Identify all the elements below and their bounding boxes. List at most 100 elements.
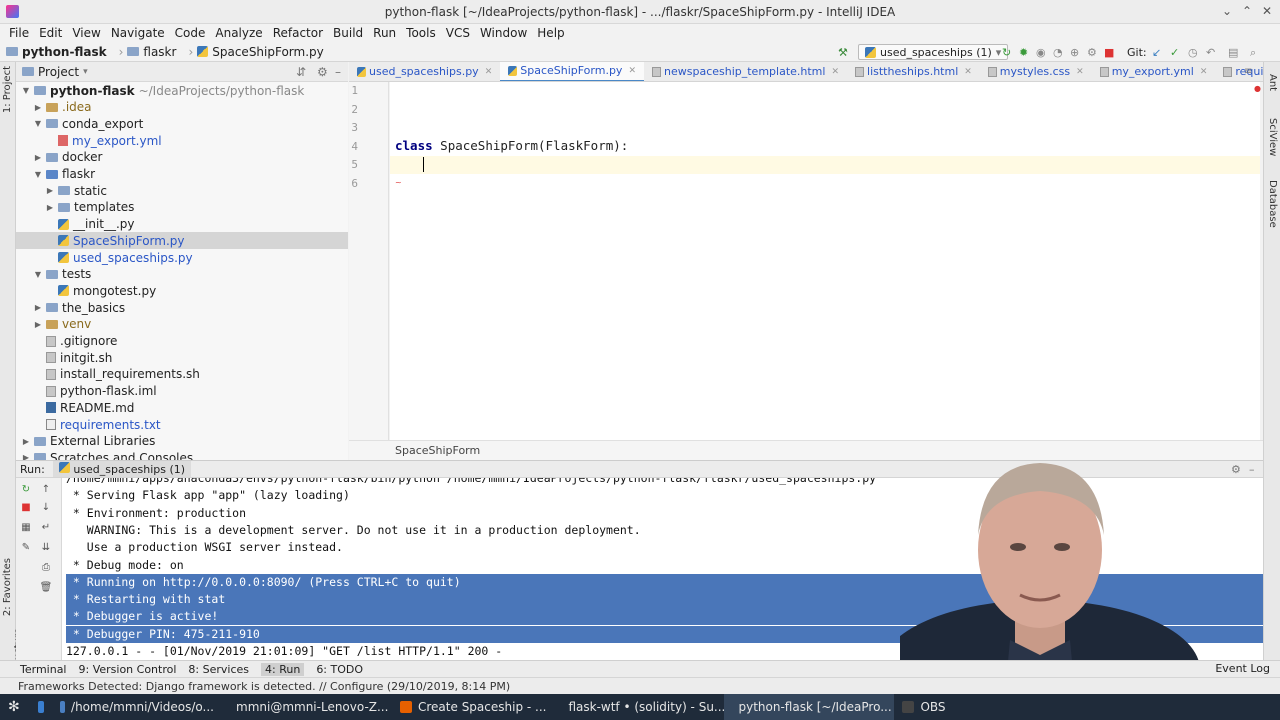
git-update-icon[interactable]: ↙ (1152, 46, 1161, 59)
menu-run[interactable]: Run (368, 26, 401, 40)
project-panel-title[interactable]: Project (38, 65, 79, 79)
tab-list-icon[interactable]: ≡ (1244, 66, 1252, 77)
close-tab-icon[interactable]: ✕ (831, 67, 839, 77)
pin-icon[interactable]: ✎ (18, 542, 34, 553)
ant-tool-button[interactable]: Ant (1267, 74, 1278, 91)
git-rollback-icon[interactable]: ↶ (1206, 46, 1215, 59)
concurrency-icon[interactable]: ⊕ (1070, 46, 1079, 59)
bottom-tool-tab[interactable]: Terminal (20, 663, 67, 676)
taskbar-window-button[interactable]: OBS (894, 694, 953, 720)
coverage-icon[interactable]: ◉ (1036, 46, 1046, 59)
tree-item[interactable]: ▶ the_basics (34, 299, 125, 316)
profile-icon[interactable]: ◔ (1053, 46, 1063, 59)
tree-item[interactable]: ▼ python-flask ~/IdeaProjects/python-flask (22, 82, 304, 99)
taskbar-window-button[interactable]: python-flask [~/IdeaPro... (724, 694, 895, 720)
tree-item[interactable]: my_export.yml (46, 132, 162, 149)
collapse-arrow-icon[interactable]: ▶ (46, 186, 54, 195)
tree-item[interactable]: ▶ docker (34, 149, 102, 166)
menu-analyze[interactable]: Analyze (210, 26, 267, 40)
menu-tools[interactable]: Tools (401, 26, 441, 40)
tree-item[interactable]: ▼ conda_export (34, 115, 143, 132)
run-tab[interactable]: used_spaceships (1) (52, 461, 192, 477)
bottom-tool-tab[interactable]: 8: Services (188, 663, 249, 676)
menu-build[interactable]: Build (328, 26, 368, 40)
soft-wrap-icon[interactable]: ↵ (38, 522, 54, 533)
nav-crumb-project[interactable]: python-flask (0, 45, 113, 59)
tree-item[interactable]: ▶ Scratches and Consoles (22, 449, 193, 460)
code-editor[interactable]: class SpaceShipForm(FlaskForm): ~ ● (390, 82, 1261, 440)
collapse-arrow-icon[interactable]: ▶ (34, 303, 42, 312)
breadcrumb-class[interactable]: SpaceShipForm (395, 444, 480, 457)
run-configuration-select[interactable]: used_spaceships (1) ▾ (858, 44, 1009, 60)
bottom-tool-tab[interactable]: 4: Run (261, 662, 305, 676)
tree-item[interactable]: SpaceShipForm.py (16, 232, 348, 250)
collapse-arrow-icon[interactable]: ▶ (34, 320, 42, 329)
database-tool-button[interactable]: Database (1267, 180, 1278, 228)
scroll-up-icon[interactable]: ↑ (38, 484, 54, 495)
bottom-tool-tab[interactable]: 9: Version Control (79, 663, 177, 676)
menu-help[interactable]: Help (532, 26, 569, 40)
tree-item[interactable]: README.md (34, 399, 134, 416)
tree-item[interactable]: ▼ tests (34, 266, 91, 283)
close-tab-icon[interactable]: ✕ (1200, 67, 1208, 77)
close-tab-icon[interactable]: ✕ (1076, 67, 1084, 77)
git-history-icon[interactable]: ◷ (1188, 46, 1198, 59)
expand-arrow-icon[interactable]: ▼ (34, 270, 42, 279)
chevron-down-icon[interactable]: ▾ (83, 67, 88, 77)
git-commit-icon[interactable]: ✓ (1170, 46, 1179, 59)
show-desktop-button[interactable] (30, 694, 52, 720)
stop-icon[interactable]: ■ (18, 502, 34, 513)
tree-item[interactable]: ▼ flaskr (34, 166, 95, 183)
error-indicator-icon[interactable]: ● (1254, 84, 1261, 93)
restore-layout-icon[interactable]: ▦ (18, 522, 34, 533)
tree-item[interactable]: ▶ External Libraries (22, 433, 156, 450)
menu-vcs[interactable]: VCS (441, 26, 475, 40)
bottom-tool-tab[interactable]: 6: TODO (316, 663, 363, 676)
maximize-button[interactable]: ⌃ (1242, 4, 1252, 18)
nav-crumb-file[interactable]: › SpaceShipForm.py (182, 45, 329, 59)
hammer-icon[interactable]: ⚒ (838, 46, 848, 59)
close-tab-icon[interactable]: ✕ (485, 67, 493, 77)
collapse-all-icon[interactable]: ⇵ (296, 65, 306, 79)
expand-arrow-icon[interactable]: ▼ (34, 170, 42, 179)
scroll-down-icon[interactable]: ↓ (38, 502, 54, 513)
event-log-button[interactable]: Event Log (1215, 662, 1270, 675)
stop-icon[interactable]: ■ (1104, 46, 1114, 59)
taskbar-window-button[interactable]: mmni@mmni-Lenovo-Z... (222, 694, 392, 720)
start-menu-button[interactable]: ✻ (0, 694, 30, 720)
collapse-arrow-icon[interactable]: ▶ (34, 103, 42, 112)
collapse-arrow-icon[interactable]: ▶ (22, 453, 30, 460)
favorites-tool-button[interactable]: 2: Favorites (2, 558, 13, 616)
hide-panel-icon[interactable]: – (335, 65, 341, 79)
rerun-icon[interactable]: ↻ (18, 484, 34, 495)
expand-arrow-icon[interactable]: ▼ (22, 86, 30, 95)
menu-window[interactable]: Window (475, 26, 532, 40)
tree-item[interactable]: ▶ .idea (34, 99, 92, 116)
tree-item[interactable]: python-flask.iml (34, 383, 157, 400)
minimize-button[interactable]: ⌄ (1222, 4, 1232, 18)
project-structure-icon[interactable]: ▤ (1228, 46, 1238, 59)
menu-file[interactable]: File (4, 26, 34, 40)
close-tab-icon[interactable]: ✕ (964, 67, 972, 77)
editor-tab[interactable]: listtheships.html ✕ (847, 62, 980, 81)
menu-code[interactable]: Code (170, 26, 211, 40)
taskbar-window-button[interactable]: Create Spaceship - ... (392, 694, 554, 720)
menu-refactor[interactable]: Refactor (268, 26, 328, 40)
nav-crumb-flaskr[interactable]: › flaskr (113, 45, 183, 59)
tree-item[interactable]: requirements.txt (34, 416, 161, 433)
build-icon[interactable]: ⚙ (1087, 46, 1097, 59)
gear-icon[interactable]: ⚙ (317, 65, 328, 79)
collapse-arrow-icon[interactable]: ▶ (34, 153, 42, 162)
close-button[interactable]: ✕ (1262, 4, 1272, 18)
tree-item[interactable]: ▶ static (46, 182, 107, 199)
search-everywhere-icon[interactable]: ⌕ (1250, 46, 1256, 60)
trash-icon[interactable]: 🗑 (38, 582, 54, 593)
tree-item[interactable]: ▶ venv (34, 316, 91, 333)
taskbar-window-button[interactable]: flask-wtf • (solidity) - Su... (554, 694, 724, 720)
collapse-arrow-icon[interactable]: ▶ (22, 437, 30, 446)
tree-item[interactable]: __init__.py (46, 216, 135, 233)
tree-item[interactable]: mongotest.py (46, 282, 156, 299)
status-message[interactable]: Frameworks Detected: Django framework is… (18, 680, 510, 693)
editor-tab[interactable]: SpaceShipForm.py ✕ (500, 62, 644, 81)
debug-icon[interactable]: ✹ (1019, 46, 1028, 59)
